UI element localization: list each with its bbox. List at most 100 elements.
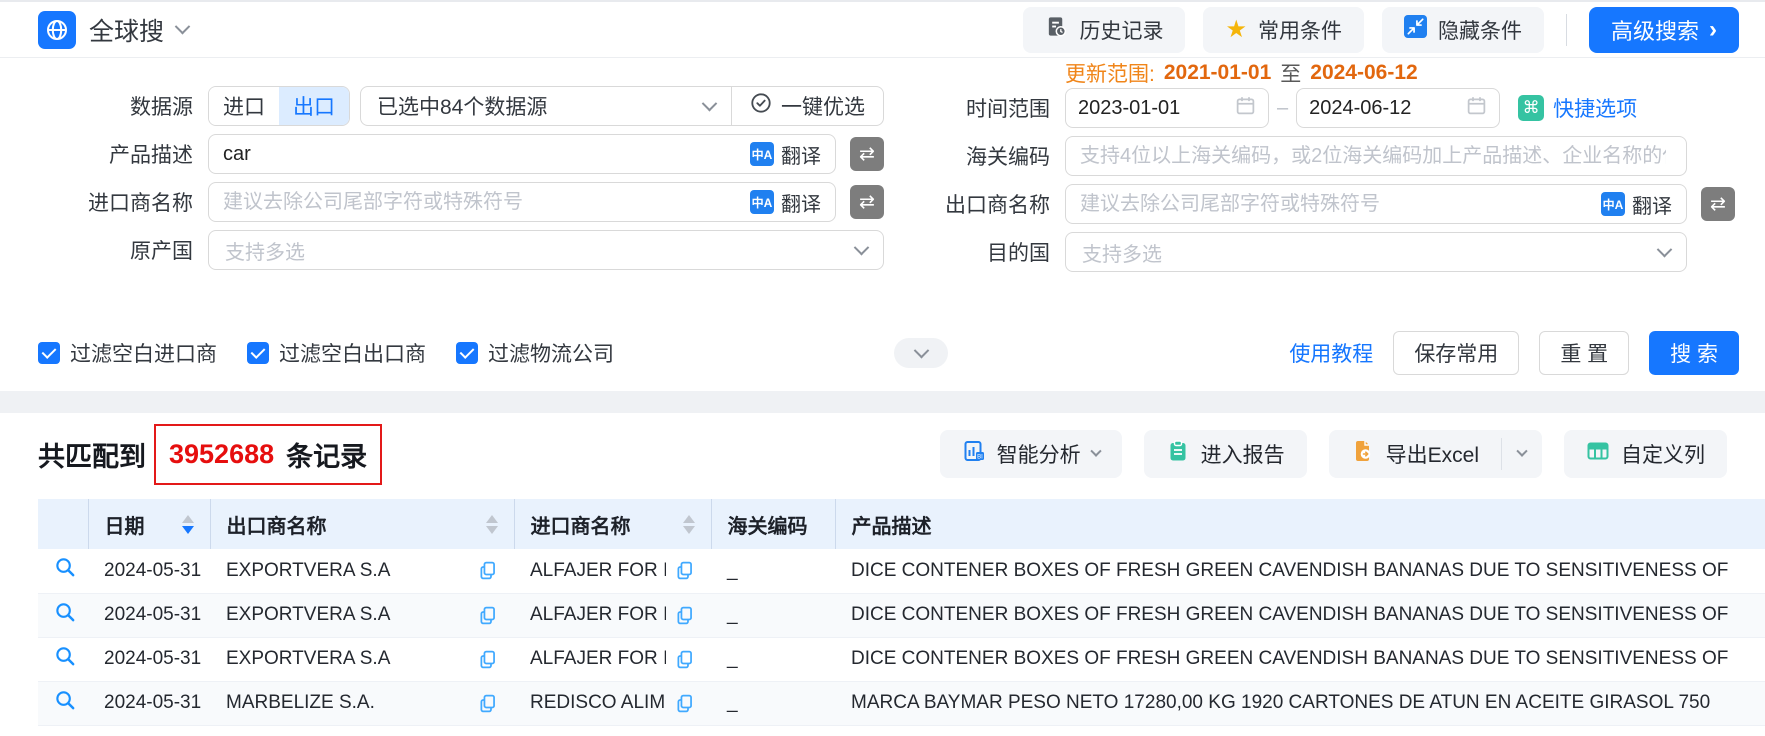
exchange-icon[interactable]: ⇄	[1701, 187, 1735, 221]
exchange-icon[interactable]: ⇄	[850, 185, 884, 219]
hs-code-cell: _	[711, 637, 835, 681]
bi-analysis-icon: BI	[962, 439, 986, 469]
row-detail-button[interactable]	[54, 689, 77, 712]
copy-icon[interactable]	[477, 560, 498, 581]
collapse-icon	[1404, 15, 1427, 44]
hs-code-input[interactable]	[1066, 145, 1680, 168]
hide-conditions-button[interactable]: 隐藏条件	[1382, 7, 1544, 53]
hs-code-cell: _	[711, 549, 835, 593]
favorites-button[interactable]: ★ 常用条件	[1203, 7, 1364, 53]
origin-country-select[interactable]: 支持多选	[208, 230, 884, 270]
translate-button[interactable]: 中A 翻译	[742, 140, 829, 169]
results-table: 日期 出口商名称 进口商名称 海关编码 产品描述 2024-05-31	[38, 499, 1765, 726]
filter-blank-exporter-checkbox[interactable]: 过滤空白出口商	[247, 338, 426, 368]
copy-icon[interactable]	[674, 560, 695, 581]
sort-asc-icon	[182, 515, 194, 523]
translate-button[interactable]: 中A 翻译	[742, 188, 829, 217]
divider	[1566, 14, 1567, 46]
form-left-column: 数据源 进口 出口 已选中84个数据源 一键优选 产品描述	[38, 86, 884, 278]
quick-options-link[interactable]: 快捷选项	[1553, 93, 1637, 123]
chevron-down-icon	[1657, 241, 1673, 257]
date-cell: 2024-05-31	[88, 549, 210, 593]
dest-country-select[interactable]: 支持多选	[1065, 232, 1687, 272]
export-options-button[interactable]	[1502, 430, 1542, 478]
exchange-icon[interactable]: ⇄	[850, 137, 884, 171]
sort-control[interactable]	[683, 515, 695, 534]
end-date-box	[1296, 88, 1500, 128]
form-right-column: 更新范围: 2021-01-01 至 2024-06-12 时间范围 – ⌘	[884, 60, 1745, 280]
sort-control[interactable]	[486, 515, 498, 534]
export-excel-icon	[1351, 439, 1375, 469]
reset-button[interactable]: 重 置	[1539, 331, 1629, 375]
calendar-icon	[1466, 95, 1487, 121]
enter-report-button[interactable]: 进入报告	[1144, 430, 1307, 478]
save-favorite-button[interactable]: 保存常用	[1393, 331, 1519, 375]
filter-logistics-checkbox[interactable]: 过滤物流公司	[456, 338, 614, 368]
header-exporter: 出口商名称	[210, 499, 514, 549]
header-hs-code: 海关编码	[711, 499, 835, 549]
app-title: 全球搜	[89, 12, 164, 48]
one-click-optimize-button[interactable]: 一键优选	[731, 87, 883, 125]
expand-more-button[interactable]	[894, 338, 948, 368]
exporter-label: 出口商名称	[884, 189, 1065, 219]
sort-desc-icon	[683, 526, 695, 534]
tab-import[interactable]: 进口	[209, 87, 279, 125]
data-source-select[interactable]: 已选中84个数据源	[361, 91, 731, 121]
copy-icon[interactable]	[477, 649, 498, 670]
hs-code-box	[1065, 136, 1687, 176]
arrow-right-icon: ›	[1709, 18, 1717, 42]
tab-export[interactable]: 出口	[279, 87, 349, 125]
table-row: 2024-05-31 MARBELIZE S.A. REDISCO ALIMEN…	[38, 681, 1765, 725]
translate-icon: 中A	[750, 142, 774, 166]
exporter-box: 中A 翻译	[1065, 184, 1687, 224]
table-row: 2024-05-31 EXPORTVERA S.A ALFAJER FOR IM…	[38, 637, 1765, 681]
history-icon	[1045, 15, 1068, 44]
checkbox-checked-icon	[247, 342, 269, 364]
importer-cell: ALFAJER FOR IMP	[514, 549, 711, 593]
importer-input[interactable]	[209, 191, 742, 214]
sort-control[interactable]	[182, 515, 194, 534]
exporter-input[interactable]	[1066, 193, 1593, 216]
product-desc-input[interactable]	[209, 143, 742, 166]
importer-cell: ALFAJER FOR IMP	[514, 637, 711, 681]
row-detail-button[interactable]	[54, 556, 77, 579]
export-excel-button[interactable]: 导出Excel	[1329, 430, 1501, 478]
custom-columns-button[interactable]: 自定义列	[1564, 430, 1727, 478]
filter-blank-importer-checkbox[interactable]: 过滤空白进口商	[38, 338, 217, 368]
app-switcher[interactable]: 全球搜	[38, 11, 188, 49]
hs-code-cell: _	[711, 593, 835, 637]
history-button[interactable]: 历史记录	[1023, 7, 1185, 53]
calendar-icon	[1235, 95, 1256, 121]
table-header-row: 日期 出口商名称 进口商名称 海关编码 产品描述	[38, 499, 1765, 549]
product-desc-cell: DICE CONTENER BOXES OF FRESH GREEN CAVEN…	[835, 593, 1765, 637]
importer-cell: REDISCO ALIMEN	[514, 681, 711, 725]
copy-icon[interactable]	[674, 693, 695, 714]
export-excel-group: 导出Excel	[1329, 430, 1542, 478]
chevron-down-icon	[913, 342, 929, 358]
advanced-search-button[interactable]: 高级搜索 ›	[1589, 7, 1739, 53]
translate-button[interactable]: 中A 翻译	[1593, 190, 1680, 219]
chevron-down-icon	[1090, 446, 1101, 457]
product-desc-label: 产品描述	[38, 139, 208, 169]
time-range-label: 时间范围	[884, 93, 1065, 123]
sort-desc-icon	[182, 526, 194, 534]
tutorial-link[interactable]: 使用教程	[1289, 338, 1373, 368]
sort-asc-icon	[683, 515, 695, 523]
header-date: 日期	[88, 499, 210, 549]
end-date-input[interactable]	[1309, 97, 1439, 120]
copy-icon[interactable]	[477, 693, 498, 714]
importer-cell: ALFAJER FOR IMP	[514, 593, 711, 637]
copy-icon[interactable]	[674, 605, 695, 626]
row-detail-button[interactable]	[54, 601, 77, 624]
copy-icon[interactable]	[674, 649, 695, 670]
smart-analysis-button[interactable]: BI 智能分析	[940, 430, 1122, 478]
row-detail-button[interactable]	[54, 645, 77, 668]
start-date-input[interactable]	[1078, 97, 1208, 120]
date-cell: 2024-05-31	[88, 593, 210, 637]
globe-icon	[38, 11, 76, 49]
importer-box: 中A 翻译	[208, 182, 836, 222]
search-form: 数据源 进口 出口 已选中84个数据源 一键优选 产品描述	[0, 58, 1765, 391]
form-actions: 使用教程 保存常用 重 置 搜 索	[1289, 331, 1739, 375]
copy-icon[interactable]	[477, 605, 498, 626]
search-button[interactable]: 搜 索	[1649, 331, 1739, 375]
